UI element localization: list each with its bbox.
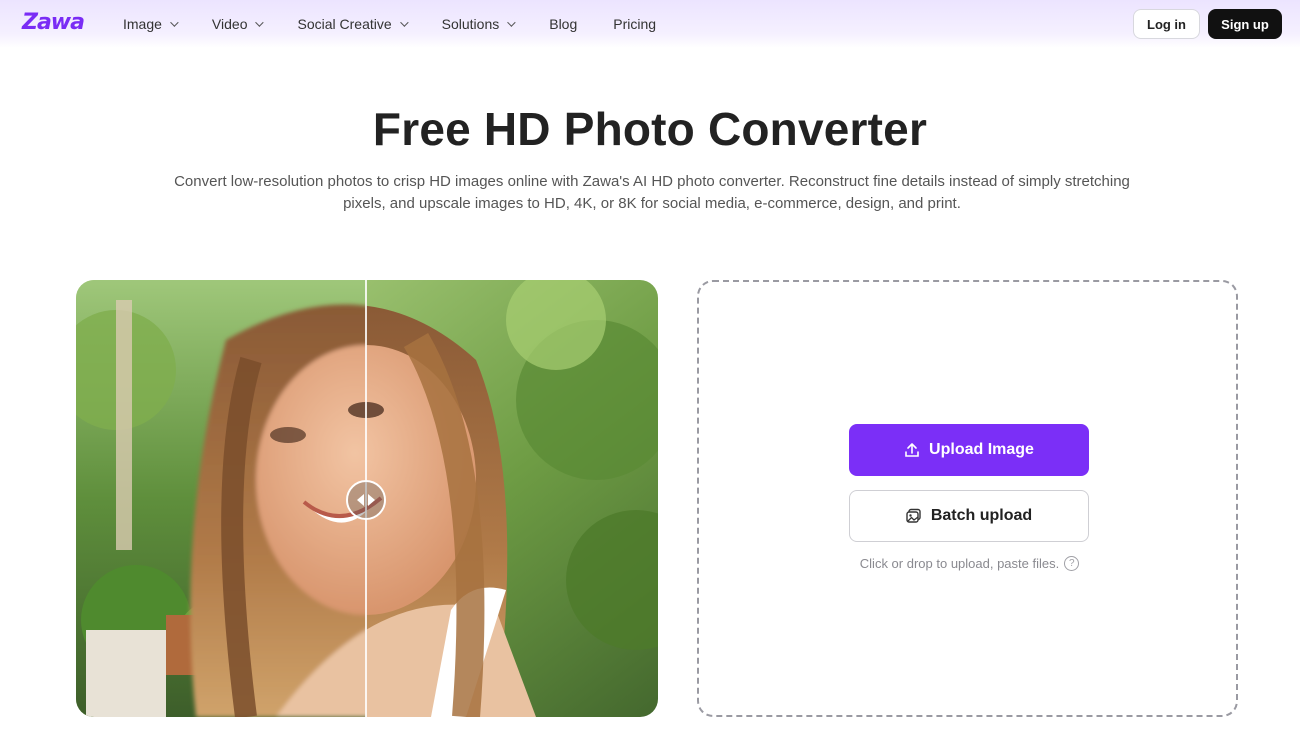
upload-image-button[interactable]: Upload Image [849, 424, 1089, 476]
nav-item-solutions[interactable]: Solutions [441, 16, 516, 32]
nav-item-social-creative[interactable]: Social Creative [297, 16, 409, 32]
batch-upload-button[interactable]: Batch upload [849, 490, 1089, 542]
upload-hint: Click or drop to upload, paste files. ? [699, 556, 1240, 571]
upload-hint-text: Click or drop to upload, paste files. [859, 556, 1060, 571]
chevron-down-icon [507, 18, 516, 27]
nav-item-blog[interactable]: Blog [549, 16, 577, 32]
zawa-logo[interactable]: Zawa [22, 10, 85, 35]
nav-item-video[interactable]: Video [211, 16, 265, 32]
nav-item-label: Solutions [441, 16, 500, 32]
nav-item-label: Blog [549, 16, 578, 32]
chevron-down-icon [399, 18, 409, 27]
compare-arrows-icon[interactable] [346, 480, 386, 520]
nav-item-label: Video [211, 16, 248, 32]
batch-images-icon [906, 508, 922, 524]
top-navbar: Zawa Image Video Social Creative Solutio… [0, 0, 1300, 48]
upload-dropzone[interactable]: Upload Image Batch upload Click or drop … [697, 280, 1238, 717]
nav-item-label: Pricing [613, 16, 657, 32]
nav-item-label: Social Creative [297, 16, 392, 32]
nav-item-image[interactable]: Image [123, 16, 179, 32]
upload-icon [904, 442, 920, 458]
main-nav: Image Video Social Creative Solutions Bl… [123, 0, 692, 48]
before-after-compare-image[interactable] [76, 280, 658, 717]
upload-image-label: Upload Image [929, 441, 1034, 458]
chevron-down-icon [255, 18, 265, 27]
signup-button[interactable]: Sign up [1208, 9, 1282, 39]
page-subtitle: Convert low-resolution photos to crisp H… [174, 173, 1130, 212]
question-circle-icon[interactable]: ? [1064, 556, 1080, 571]
page-title: Free HD Photo Converter [372, 103, 928, 155]
batch-upload-label: Batch upload [930, 507, 1033, 524]
nav-item-label: Image [123, 16, 162, 32]
login-button[interactable]: Log in [1133, 9, 1200, 39]
chevron-down-icon [170, 18, 179, 27]
nav-item-pricing[interactable]: Pricing [613, 16, 656, 32]
